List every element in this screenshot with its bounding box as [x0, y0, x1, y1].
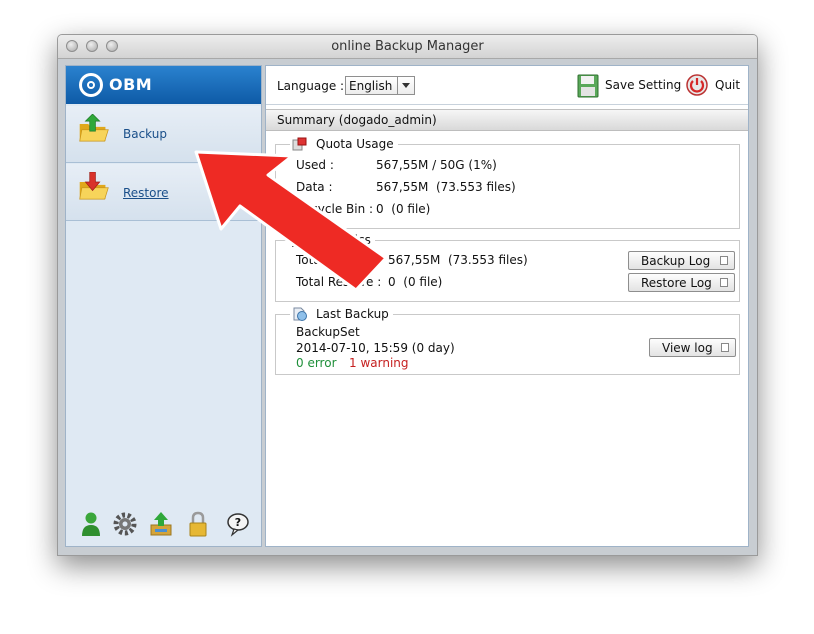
used-value: 567,55M / 50G (1%): [376, 158, 497, 172]
summary-title: Summary (dogado_admin): [277, 113, 437, 127]
recycle-bin-label: Recycle Bin :: [296, 202, 374, 216]
title-bar[interactable]: online Backup Manager: [58, 35, 757, 59]
statistics-chart-icon: [292, 236, 307, 247]
help-icon[interactable]: ?: [225, 510, 251, 538]
backup-log-label: Backup Log: [641, 254, 711, 268]
document-icon: [720, 278, 728, 287]
statistics-group: Statistics Total Backup : 567,55M (73.55…: [275, 233, 740, 302]
obm-logo-icon: [79, 73, 103, 97]
quit-icon[interactable]: [686, 74, 708, 96]
used-label: Used :: [296, 158, 334, 172]
save-setting-icon[interactable]: [577, 74, 599, 98]
language-value: English: [349, 79, 393, 93]
error-count: 0 error: [296, 356, 337, 370]
sidebar-item-label: Restore: [123, 186, 169, 200]
logo-bar: OBM: [66, 66, 261, 104]
summary-header: Summary (dogado_admin): [266, 109, 748, 131]
data-label: Data :: [296, 180, 333, 194]
total-backup-value: 567,55M (73.553 files): [388, 253, 528, 267]
backup-set-name: BackupSet: [296, 325, 360, 339]
quota-usage-legend: Quota Usage: [290, 137, 398, 151]
transfer-icon[interactable]: [148, 510, 174, 538]
data-value: 567,55M (73.553 files): [376, 180, 516, 194]
recycle-bin-value: 0 (0 file): [376, 202, 431, 216]
total-backup-label: Total Backup :: [296, 253, 380, 267]
sidebar-bottom-toolbar: ?: [66, 510, 261, 540]
last-backup-legend: Last Backup: [290, 307, 393, 321]
view-log-label: View log: [662, 341, 713, 355]
total-restore-value: 0 (0 file): [388, 275, 443, 289]
quota-icon: [292, 137, 307, 151]
lock-icon[interactable]: [185, 510, 211, 538]
statistics-title: Statistics: [316, 233, 371, 247]
gear-icon[interactable]: [112, 510, 138, 538]
warning-count: 1 warning: [349, 356, 409, 370]
svg-text:?: ?: [235, 516, 241, 529]
statistics-legend: Statistics: [290, 233, 375, 247]
document-icon: [720, 256, 728, 265]
restore-log-label: Restore Log: [641, 276, 712, 290]
sidebar-item-restore[interactable]: Restore: [66, 164, 261, 221]
quit-button[interactable]: Quit: [715, 78, 740, 92]
last-backup-title: Last Backup: [316, 307, 389, 321]
folder-download-icon: [79, 172, 109, 200]
main-panel: Language : English Save Setting Quit Sum…: [265, 65, 749, 547]
sidebar-item-backup[interactable]: Backup: [66, 106, 261, 163]
sidebar-item-label: Backup: [123, 127, 167, 141]
toolbar: Language : English Save Setting Quit: [266, 66, 748, 105]
backup-log-button[interactable]: Backup Log: [628, 251, 735, 270]
last-backup-icon: [293, 307, 307, 321]
language-label: Language :: [277, 79, 345, 93]
restore-log-button[interactable]: Restore Log: [628, 273, 735, 292]
logo-text: OBM: [109, 75, 153, 94]
language-select[interactable]: English: [345, 76, 415, 95]
last-backup-group: Last Backup BackupSet 2014-07-10, 15:59 …: [275, 307, 740, 375]
obm-window: online Backup Manager OBM Backup Restore: [57, 34, 758, 556]
document-icon: [721, 343, 729, 352]
view-log-button[interactable]: View log: [649, 338, 736, 357]
chevron-down-icon[interactable]: [397, 77, 414, 94]
quota-usage-title: Quota Usage: [316, 137, 394, 151]
total-restore-label: Total Restore :: [296, 275, 382, 289]
save-setting-button[interactable]: Save Setting: [605, 78, 681, 92]
user-icon[interactable]: [78, 510, 104, 538]
last-backup-time: 2014-07-10, 15:59 (0 day): [296, 341, 455, 355]
window-title: online Backup Manager: [331, 39, 484, 54]
sidebar: OBM Backup Restore ?: [65, 65, 262, 547]
folder-upload-icon: [79, 114, 109, 142]
quota-usage-group: Quota Usage Used : 567,55M / 50G (1%) Da…: [275, 137, 740, 229]
